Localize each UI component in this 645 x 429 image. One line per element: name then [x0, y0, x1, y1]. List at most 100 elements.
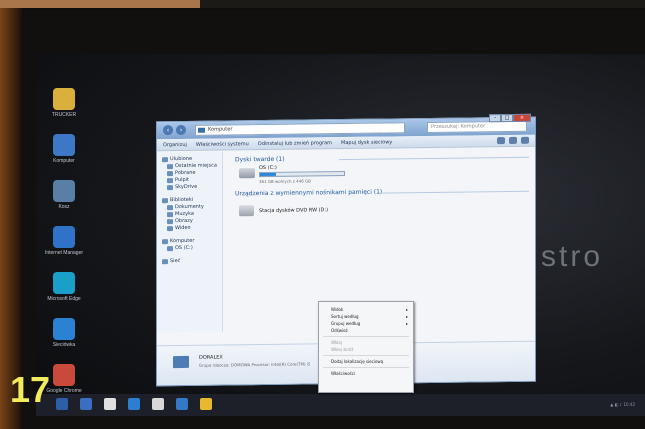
nav-pane-label: Pobrane	[175, 169, 196, 177]
address-bar[interactable]: Komputer	[195, 122, 405, 136]
folder-icon	[162, 239, 168, 245]
nav-pane-label: Wideo	[175, 224, 191, 232]
desktop-icon-label: Microsoft Edge	[47, 296, 81, 302]
photo-top-strip	[0, 0, 645, 8]
desktop-icon[interactable]: Microsoft Edge	[38, 272, 90, 302]
folder-icon	[167, 164, 173, 170]
taskbar: ▲ ◧ ♪ 10:42	[36, 394, 645, 416]
menu-separator	[323, 336, 409, 337]
taskbar-app-icon[interactable]	[152, 398, 164, 410]
taskbar-app-icon[interactable]	[200, 398, 212, 410]
nav-pane-label: Ulubione	[170, 155, 193, 163]
submenu-arrow-icon: ▸	[405, 321, 408, 326]
folder-icon	[167, 178, 173, 184]
close-button[interactable]: ×	[513, 113, 531, 122]
context-menu-item[interactable]: Sortuj według ▸	[319, 313, 413, 320]
dvd-drive-icon	[239, 205, 254, 217]
drive-usage-fill	[260, 172, 276, 177]
nav-pane-label: Sieć	[170, 258, 181, 265]
folder-icon	[162, 259, 168, 265]
submenu-arrow-icon: ▸	[405, 314, 408, 319]
folder-icon	[167, 246, 173, 252]
nav-pane-label: Komputer	[170, 237, 195, 245]
folder-icon	[167, 212, 173, 218]
menu-item-label: Wklej	[331, 340, 342, 345]
brand-wallpaper-text: stro	[541, 240, 604, 273]
nav-pane-item[interactable]: Wideo	[161, 225, 222, 233]
menu-item-label: Właściwości	[331, 371, 356, 376]
computer-details: Grupa robocza: DOMOWA Procesor: Intel(R)…	[199, 361, 311, 368]
folder-icon	[162, 157, 168, 163]
desktop-icon[interactable]: Komputer	[38, 134, 90, 164]
maximize-button[interactable]: □	[501, 113, 513, 123]
minimize-button[interactable]: –	[489, 114, 501, 123]
folder-icon	[167, 185, 173, 191]
context-menu-item[interactable]: Wklej	[319, 339, 413, 346]
nav-pane-label: Dokumenty	[175, 203, 204, 211]
folder-icon	[167, 171, 173, 177]
drive-c[interactable]: OS (C:) 361 GB wolnych z 446 GB	[239, 162, 529, 190]
context-menu-item[interactable]: Właściwości	[319, 370, 413, 377]
nav-pane-item[interactable]: SkyDrive	[161, 184, 222, 192]
computer-icon	[173, 355, 189, 369]
preview-pane-icon[interactable]	[509, 136, 517, 145]
taskbar-app-icon[interactable]	[104, 398, 116, 410]
app-icon	[53, 364, 75, 386]
menu-item-label: Wklej skrót	[331, 347, 354, 352]
computer-name: DORALEX	[199, 354, 223, 361]
taskbar-app-icon[interactable]	[176, 398, 188, 410]
toolbar-map-drive[interactable]: Mapuj dysk sieciowy	[341, 136, 392, 148]
desktop-icon[interactable]: Internet Manager	[38, 226, 90, 256]
menu-item-label: Sortuj według	[331, 314, 359, 319]
nav-pane-label: OS (C:)	[175, 244, 193, 252]
folder-icon	[167, 226, 173, 232]
dvd-drive[interactable]: Stacja dysków DVD RW (D:)	[239, 198, 529, 222]
desktop-icon-label: Komputer	[53, 158, 75, 164]
forward-arrow-icon[interactable]: ›	[176, 124, 186, 136]
system-tray[interactable]: ▲ ◧ ♪ 10:42	[610, 402, 635, 407]
search-input[interactable]: Przeszukaj: Komputer	[427, 120, 527, 134]
desktop-icon[interactable]: Sieciówka	[38, 318, 90, 348]
help-icon[interactable]	[521, 136, 529, 144]
context-menu-item[interactable]: Odśwież	[319, 327, 413, 334]
menu-item-label: Widok	[331, 307, 344, 312]
taskbar-app-icon[interactable]	[128, 398, 140, 410]
folder-icon	[167, 219, 173, 225]
context-menu-item[interactable]: Grupuj według ▸	[319, 320, 413, 327]
desktop-icon[interactable]: Kosz	[38, 180, 90, 210]
nav-pane-label: Pulpit	[175, 176, 190, 184]
view-menu-icon[interactable]	[497, 137, 505, 145]
desktop-icon[interactable]: TRUCKER	[38, 88, 90, 118]
content-area: Dyski twarde (1) OS (C:) 361 GB wolnych …	[229, 152, 529, 222]
photo-left-edge	[0, 8, 22, 429]
toolbar-system-properties[interactable]: Właściwości systemu	[196, 138, 249, 150]
menu-item-label: Dodaj lokalizację sieciową	[331, 359, 384, 364]
app-icon	[53, 272, 75, 294]
submenu-arrow-icon: ▸	[405, 307, 408, 312]
taskbar-app-icon[interactable]	[56, 398, 68, 410]
computer-icon	[198, 127, 205, 133]
folder-icon	[167, 205, 173, 211]
app-icon	[53, 134, 75, 156]
app-icon	[53, 180, 75, 202]
dvd-drive-name: Stacja dysków DVD RW (D:)	[259, 207, 329, 215]
view-options	[497, 136, 529, 145]
context-menu-item[interactable]: Widok ▸	[319, 306, 413, 313]
drive-name: OS (C:)	[259, 164, 277, 172]
back-arrow-icon[interactable]: ‹	[163, 125, 173, 136]
nav-pane-item[interactable]: OS (C:)	[161, 245, 222, 253]
nav-pane-item[interactable]: Sieć	[161, 258, 222, 266]
context-menu-item[interactable]: Wklej skrót	[319, 346, 413, 353]
nav-pane-label: Obrazy	[175, 217, 193, 225]
nav-pane-label: SkyDrive	[175, 183, 198, 191]
hard-drive-icon	[239, 168, 255, 179]
context-menu-item[interactable]: Dodaj lokalizację sieciową	[319, 358, 413, 365]
desktop-icon-label: Kosz	[58, 204, 70, 210]
desktop-icon-label: Sieciówka	[52, 342, 76, 348]
toolbar-organize[interactable]: Organizuj	[163, 139, 187, 150]
address-text: Komputer	[208, 126, 233, 133]
taskbar-app-icon[interactable]	[80, 398, 92, 410]
toolbar-uninstall[interactable]: Odinstaluj lub zmień program	[258, 137, 332, 149]
nav-pane-label: Muzyka	[175, 210, 194, 218]
nav-pane-label: Ostatnie miejsca	[175, 162, 217, 170]
